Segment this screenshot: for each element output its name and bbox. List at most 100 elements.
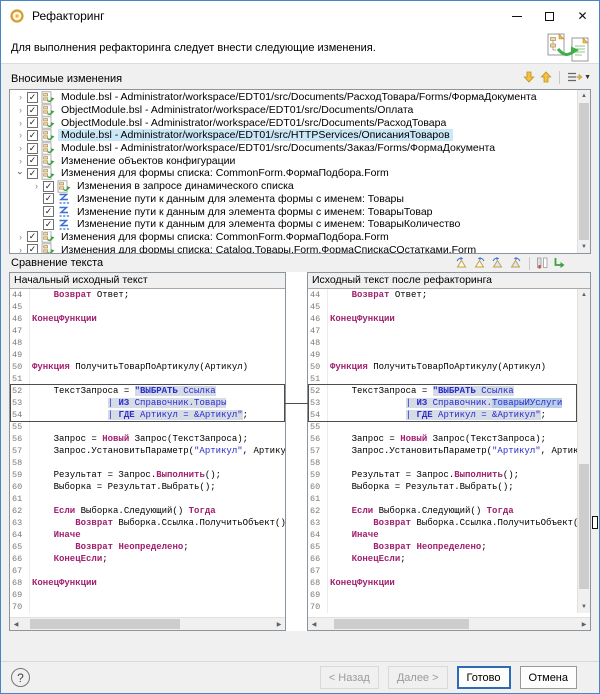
tree-item[interactable]: ›✓ Module.bsl - Administrator/workspace/E… — [10, 91, 576, 104]
expander-collapsed-icon[interactable]: › — [30, 181, 43, 191]
tree-item[interactable]: ›✓Изменения для формы списка: CommonForm… — [10, 167, 576, 180]
tree-item-label: Изменения в запросе динамического списка — [74, 180, 297, 192]
scroll-up-icon[interactable]: ▲ — [578, 289, 590, 301]
scrollbar-thumb[interactable] — [334, 619, 469, 629]
code-line: 45 — [308, 301, 577, 313]
next-change-icon[interactable] — [490, 255, 505, 271]
tree-item[interactable]: ›✓ObjectModule.bsl - Administrator/works… — [10, 104, 576, 117]
refactored-vertical-scrollbar[interactable]: ▲ ▼ — [577, 289, 590, 613]
compare-toolbar — [454, 255, 565, 271]
scrollbar-thumb[interactable] — [30, 619, 180, 629]
item-checkbox[interactable]: ✓ — [27, 105, 38, 116]
code-line: 58 — [308, 457, 577, 469]
titlebar: Рефакторинг ✕ — [1, 1, 599, 31]
tree-item[interactable]: ›✓Module.bsl - Administrator/workspace/E… — [10, 142, 576, 155]
item-checkbox[interactable]: ✓ — [27, 143, 38, 154]
move-down-icon[interactable] — [522, 69, 536, 85]
code-line: 50Функция ПолучитьТоварПоАртикулу(Артику… — [308, 361, 577, 373]
changes-tree[interactable]: ›✓Module.bsl - Administrator/workspace/E… — [9, 89, 591, 254]
tree-item[interactable]: ›✓Изменение объектов конфигурации — [10, 154, 576, 167]
code-line: 57 Запрос.УстановитьПараметр("Артикул", … — [10, 445, 285, 457]
item-checkbox[interactable]: ✓ — [43, 206, 54, 217]
code-line: 45 — [10, 301, 285, 313]
maximize-button[interactable] — [533, 1, 566, 31]
tree-item[interactable]: ✓Изменение пути к данным для элемента фо… — [10, 205, 576, 218]
expander-collapsed-icon[interactable]: › — [14, 130, 27, 140]
tree-item[interactable]: ›✓ObjectModule.bsl - Administrator/works… — [10, 116, 576, 129]
item-checkbox[interactable]: ✓ — [27, 244, 38, 254]
next-difference-icon[interactable] — [454, 255, 469, 271]
scroll-down-icon[interactable]: ▼ — [578, 601, 590, 613]
help-icon: ? — [17, 671, 24, 685]
line-number: 55 — [308, 421, 328, 433]
cancel-button[interactable]: Отмена — [520, 666, 577, 689]
finish-button[interactable]: Готово — [457, 666, 511, 689]
layout-menu-icon[interactable]: ▼ — [566, 69, 591, 85]
expander-collapsed-icon[interactable]: › — [14, 92, 27, 102]
item-checkbox[interactable]: ✓ — [43, 219, 54, 230]
tree-item-label: Module.bsl - Administrator/workspace/EDT… — [58, 91, 540, 103]
close-button[interactable]: ✕ — [566, 1, 599, 31]
back-button[interactable]: < Назад — [320, 666, 379, 689]
refactored-horizontal-scrollbar[interactable]: ◀ ▶ — [308, 617, 590, 630]
line-number: 45 — [10, 301, 30, 313]
item-checkbox[interactable]: ✓ — [43, 193, 54, 204]
line-number: 64 — [10, 529, 30, 541]
code-line: 53 | ИЗ Справочник.Товары — [10, 397, 285, 409]
item-checkbox[interactable]: ✓ — [27, 92, 38, 103]
line-number: 54 — [10, 409, 30, 421]
tree-item-label: Изменения для формы списка: CommonForm.Ф… — [58, 231, 392, 243]
expander-expanded-icon[interactable]: › — [16, 167, 26, 180]
expander-collapsed-icon[interactable]: › — [14, 232, 27, 242]
code-line: 65 Возврат Неопределено; — [10, 541, 285, 553]
tree-vertical-scrollbar[interactable]: ▲ ▼ — [577, 90, 590, 253]
scroll-right-icon[interactable]: ▶ — [273, 618, 285, 630]
overview-diff-marker[interactable] — [592, 516, 598, 529]
original-horizontal-scrollbar[interactable]: ◀ ▶ — [10, 617, 285, 630]
scroll-down-icon[interactable]: ▼ — [578, 241, 590, 253]
original-code-area[interactable]: 44 Возврат Ответ;4546КонецФункции4748495… — [10, 289, 285, 613]
expander-collapsed-icon[interactable]: › — [14, 156, 27, 166]
overview-ruler[interactable] — [591, 272, 599, 631]
tree-scrollbar-thumb[interactable] — [579, 103, 589, 240]
code-line: 51 — [10, 373, 285, 385]
code-line: 52 ТекстЗапроса = "ВЫБРАТЬ Ссылка — [308, 385, 577, 397]
expander-collapsed-icon[interactable]: › — [14, 105, 27, 115]
minimize-button[interactable] — [500, 1, 533, 31]
code-line: 66 КонецЕсли; — [308, 553, 577, 565]
item-checkbox[interactable]: ✓ — [27, 231, 38, 242]
tree-item[interactable]: ✓Изменение пути к данным для элемента фо… — [10, 218, 576, 231]
tree-item[interactable]: ›✓ Изменения в запросе динамического спис… — [10, 180, 576, 193]
tree-item[interactable]: ›✓Module.bsl - Administrator/workspace/E… — [10, 129, 576, 142]
columns-icon[interactable] — [536, 255, 549, 271]
tree-item[interactable]: ›✓Изменения для формы списка: Catalog.То… — [10, 243, 576, 254]
scroll-up-icon[interactable]: ▲ — [578, 90, 590, 102]
line-number: 46 — [308, 313, 328, 325]
code-line: 57 Запрос.УстановитьПараметр("Артикул", … — [308, 445, 577, 457]
scroll-right-icon[interactable]: ▶ — [578, 618, 590, 630]
composite-change-icon — [57, 180, 71, 193]
scroll-left-icon[interactable]: ◀ — [10, 618, 22, 630]
help-button[interactable]: ? — [11, 668, 30, 687]
item-checkbox[interactable]: ✓ — [27, 155, 38, 166]
tree-item[interactable]: ✓Изменение пути к данным для элемента фо… — [10, 193, 576, 206]
item-checkbox[interactable]: ✓ — [27, 168, 38, 179]
refactored-code-area[interactable]: 44 Возврат Ответ;4546КонецФункции4748495… — [308, 289, 577, 613]
scroll-left-icon[interactable]: ◀ — [308, 618, 320, 630]
scrollbar-thumb[interactable] — [579, 464, 589, 589]
previous-difference-icon[interactable] — [472, 255, 487, 271]
next-button[interactable]: Далее > — [388, 666, 448, 689]
item-checkbox[interactable]: ✓ — [27, 117, 38, 128]
line-number: 67 — [308, 565, 328, 577]
item-checkbox[interactable]: ✓ — [27, 130, 38, 141]
expander-collapsed-icon[interactable]: › — [14, 245, 27, 254]
text-change-icon — [57, 218, 71, 231]
line-number: 60 — [10, 481, 30, 493]
tree-item[interactable]: ›✓ Изменения для формы списка: CommonForm… — [10, 231, 576, 244]
expander-collapsed-icon[interactable]: › — [14, 118, 27, 128]
move-up-icon[interactable] — [539, 69, 553, 85]
copy-direction-icon[interactable] — [552, 255, 565, 271]
expander-collapsed-icon[interactable]: › — [14, 143, 27, 153]
previous-change-icon[interactable] — [508, 255, 523, 271]
item-checkbox[interactable]: ✓ — [43, 181, 54, 192]
